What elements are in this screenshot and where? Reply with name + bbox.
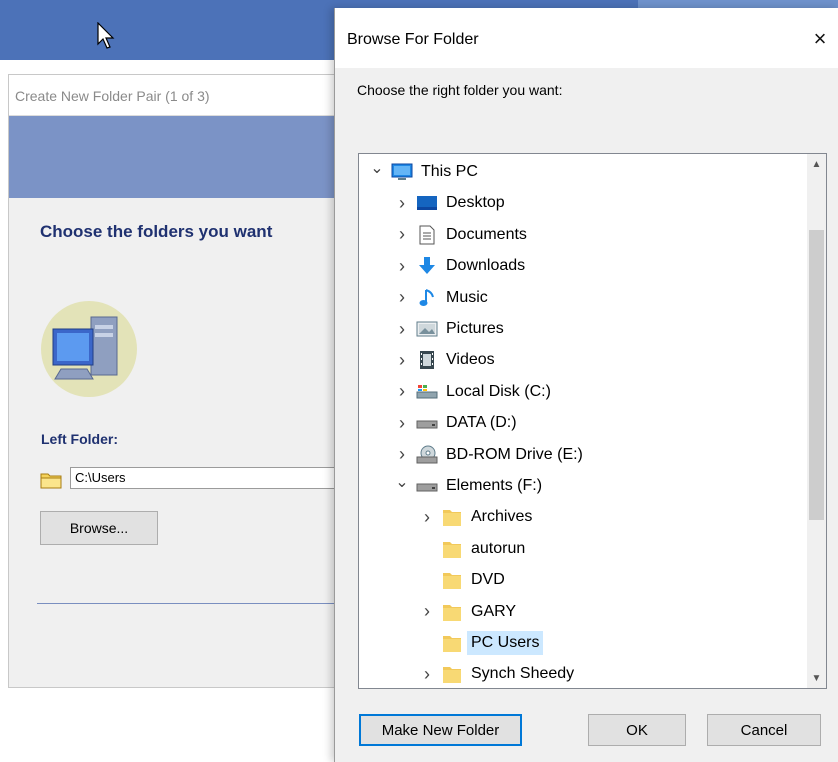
chevron-right-icon[interactable]: › bbox=[394, 220, 410, 250]
drive-icon bbox=[416, 412, 438, 434]
chevron-right-icon[interactable]: › bbox=[394, 188, 410, 218]
chevron-right-icon[interactable]: › bbox=[419, 659, 435, 688]
chevron-right-icon[interactable]: › bbox=[394, 408, 410, 438]
tree-item[interactable]: › GARY bbox=[419, 597, 520, 627]
tree-scrollbar[interactable]: ▲ ▼ bbox=[807, 154, 826, 688]
chevron-right-icon[interactable]: › bbox=[394, 283, 410, 313]
tree-item[interactable]: › Synch Sheedy bbox=[419, 659, 578, 688]
tree-item[interactable]: › Archives bbox=[419, 502, 536, 532]
close-icon[interactable]: × bbox=[805, 24, 835, 54]
videos-icon bbox=[416, 349, 438, 371]
folder-icon bbox=[441, 569, 463, 591]
music-icon bbox=[416, 287, 438, 309]
folder-icon bbox=[441, 632, 463, 654]
tree-item[interactable]: › Music bbox=[394, 283, 492, 313]
tree-item-label: Local Disk (C:) bbox=[446, 382, 551, 400]
chevron-right-icon[interactable]: › bbox=[394, 377, 410, 407]
wizard-heading: Choose the folders you want bbox=[40, 222, 273, 241]
dialog-title: Browse For Folder bbox=[347, 31, 479, 48]
tree-item-label: Elements (F:) bbox=[446, 477, 543, 494]
divider bbox=[37, 603, 349, 604]
left-folder-path-input[interactable]: C:\Users bbox=[70, 467, 360, 489]
folder-icon bbox=[441, 663, 463, 685]
browse-button[interactable]: Browse... bbox=[40, 511, 158, 545]
chevron-right-icon[interactable]: › bbox=[394, 440, 410, 470]
folder-icon bbox=[441, 538, 463, 560]
folder-icon bbox=[40, 473, 62, 489]
tree-item-label: autorun bbox=[471, 539, 526, 557]
chevron-right-icon[interactable]: › bbox=[419, 502, 435, 532]
drive-icon bbox=[416, 475, 438, 497]
dialog-instruction: Choose the right folder you want: bbox=[357, 82, 563, 98]
desktop-icon bbox=[416, 192, 438, 214]
make-new-folder-button[interactable]: Make New Folder bbox=[359, 714, 522, 746]
folder-tree[interactable]: ⌄ This PC › Desktop › Documents › Downloads › Mus… bbox=[358, 153, 827, 689]
pictures-icon bbox=[416, 318, 438, 340]
browse-for-folder-dialog: Browse For Folder × Choose the right fol… bbox=[334, 8, 838, 762]
folder-icon bbox=[441, 506, 463, 528]
chevron-down-icon[interactable]: ⌄ bbox=[394, 467, 410, 497]
cancel-button[interactable]: Cancel bbox=[707, 714, 821, 746]
this-pc-icon bbox=[391, 161, 413, 183]
folder-icon bbox=[441, 601, 463, 623]
tree-item[interactable]: ⌄ This PC bbox=[369, 157, 482, 187]
tree-item-label: This PC bbox=[421, 163, 478, 180]
documents-icon bbox=[416, 224, 438, 246]
tree-item-label: Desktop bbox=[446, 194, 505, 212]
bd-rom-drive-icon bbox=[416, 444, 438, 466]
tree-item[interactable]: › Downloads bbox=[394, 251, 529, 281]
tree-item-label: Archives bbox=[471, 508, 533, 526]
downloads-icon bbox=[416, 255, 438, 277]
tree-item[interactable]: › Local Disk (C:) bbox=[394, 377, 555, 407]
chevron-right-icon[interactable]: › bbox=[394, 314, 410, 344]
scroll-down-icon[interactable]: ▼ bbox=[807, 668, 826, 688]
tree-item[interactable]: PC Users bbox=[419, 628, 544, 658]
tree-item-label: Videos bbox=[446, 351, 495, 369]
computer-icon bbox=[41, 301, 137, 397]
folder-pair-wizard: Create New Folder Pair (1 of 3) Choose t… bbox=[8, 74, 360, 688]
wizard-header-banner bbox=[9, 116, 349, 198]
scroll-up-icon[interactable]: ▲ bbox=[807, 154, 826, 174]
tree-item-label: Synch Sheedy bbox=[471, 665, 575, 683]
tree-item-label: PC Users bbox=[467, 631, 544, 655]
tree-item-label: Documents bbox=[446, 225, 527, 243]
ok-button[interactable]: OK bbox=[588, 714, 686, 746]
tree-item-label: GARY bbox=[471, 602, 517, 620]
tree-item-label: BD-ROM Drive (E:) bbox=[446, 445, 583, 463]
chevron-down-icon[interactable]: ⌄ bbox=[369, 154, 385, 183]
tree-item-label: Pictures bbox=[446, 320, 504, 337]
tree-item-label: Downloads bbox=[446, 257, 526, 275]
tree-item[interactable]: › BD-ROM Drive (E:) bbox=[394, 440, 587, 470]
chevron-right-icon[interactable]: › bbox=[419, 597, 435, 627]
tree-item[interactable]: › Documents bbox=[394, 220, 531, 250]
chevron-right-icon[interactable]: › bbox=[394, 345, 410, 375]
local-disk-icon bbox=[416, 381, 438, 403]
tree-item[interactable]: ⌄ Elements (F:) bbox=[394, 471, 546, 501]
tree-item-label: DVD bbox=[471, 571, 505, 589]
mouse-cursor-icon bbox=[97, 22, 115, 49]
tree-item[interactable]: DVD bbox=[419, 565, 509, 595]
chevron-right-icon[interactable]: › bbox=[394, 251, 410, 281]
tree-item[interactable]: › Desktop bbox=[394, 188, 509, 218]
left-folder-label: Left Folder: bbox=[41, 431, 118, 447]
tree-item[interactable]: › DATA (D:) bbox=[394, 408, 521, 438]
tree-item[interactable]: autorun bbox=[419, 534, 529, 564]
tree-item[interactable]: › Pictures bbox=[394, 314, 508, 344]
tree-item-label: DATA (D:) bbox=[446, 414, 517, 432]
tree-item[interactable]: › Videos bbox=[394, 345, 499, 375]
scroll-thumb[interactable] bbox=[809, 230, 824, 520]
wizard-title: Create New Folder Pair (1 of 3) bbox=[15, 88, 210, 104]
tree-item-label: Music bbox=[446, 288, 488, 306]
